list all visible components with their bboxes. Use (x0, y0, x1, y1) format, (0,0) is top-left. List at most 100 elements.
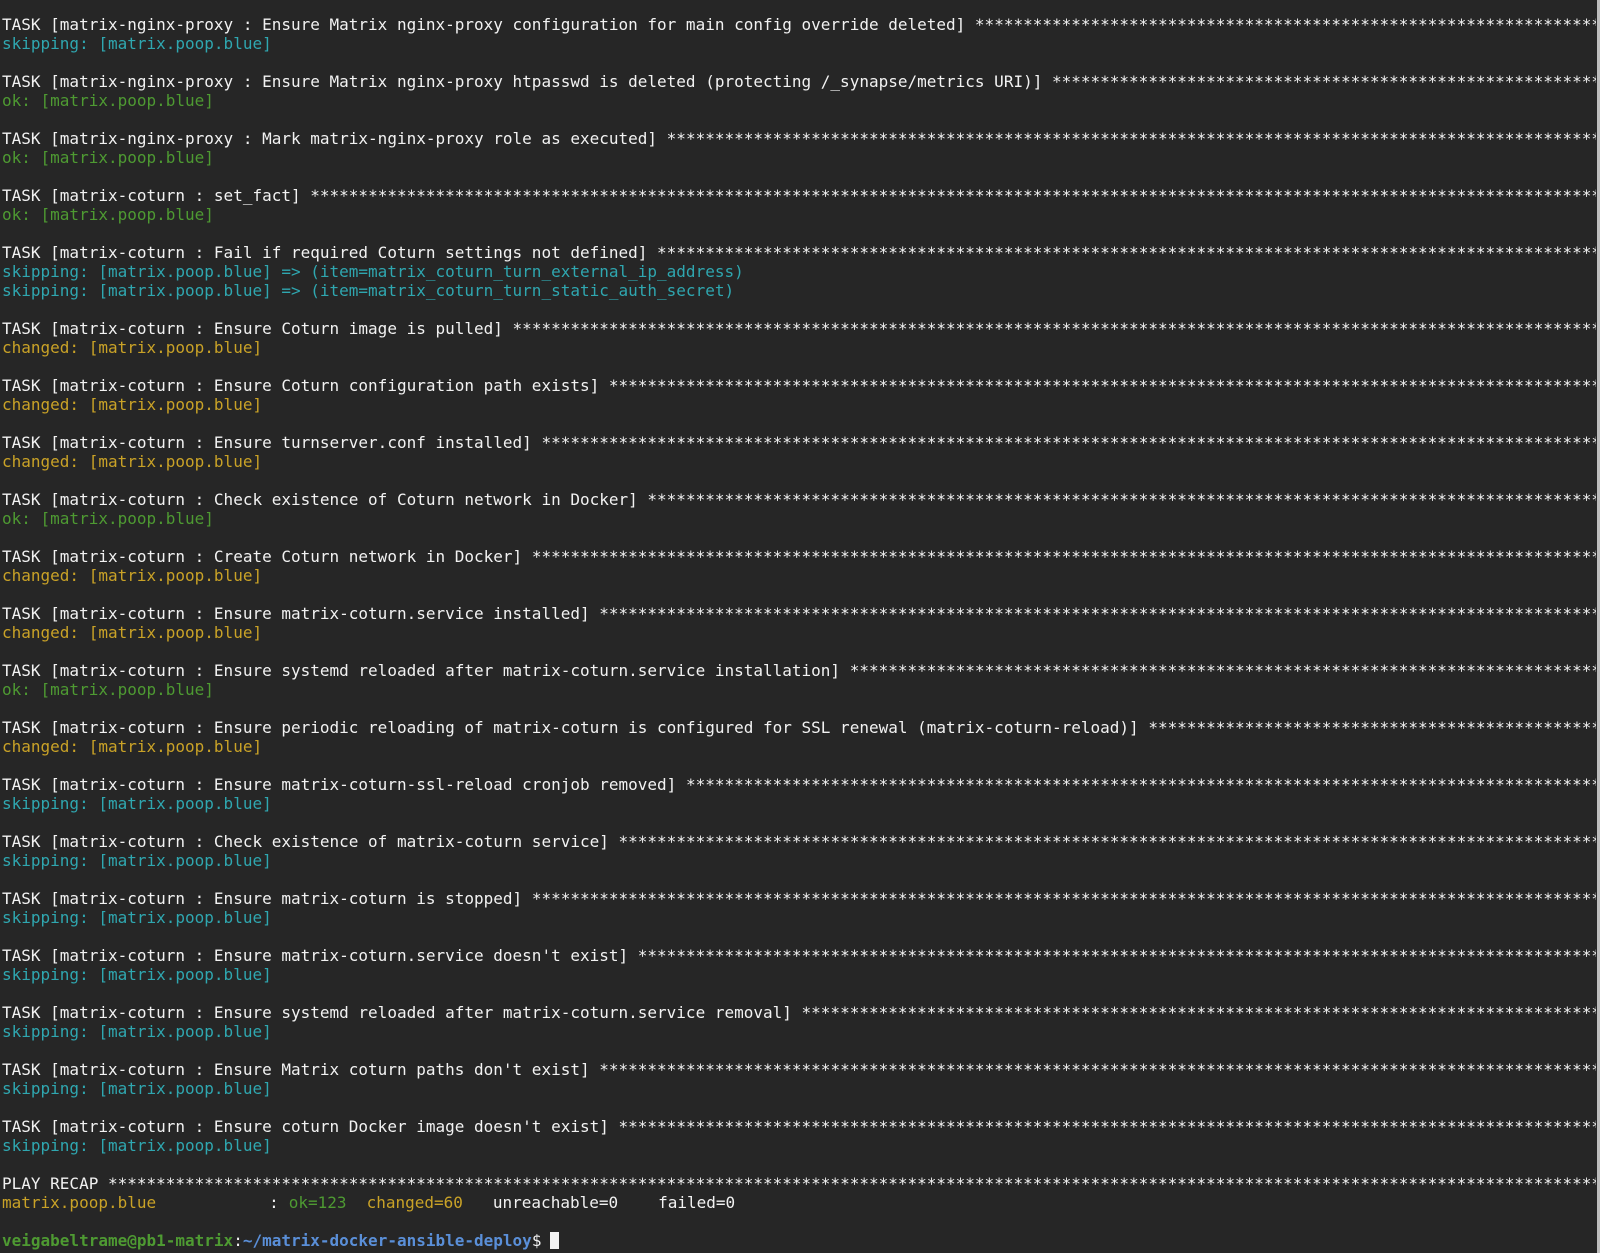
task-title: TASK [matrix-coturn : Check existence of… (2, 490, 638, 509)
task-result-ok: ok: [matrix.poop.blue] (2, 148, 214, 167)
task-stars: ****************************************… (657, 243, 1596, 262)
task-stars: ****************************************… (974, 15, 1596, 34)
task-list: TASK [matrix-nginx-proxy : Ensure Matrix… (2, 15, 1596, 1174)
task-header: TASK [matrix-coturn : Ensure systemd rel… (2, 661, 1596, 680)
task-header: TASK [matrix-nginx-proxy : Ensure Matrix… (2, 15, 1596, 34)
task-stars: ****************************************… (801, 1003, 1596, 1022)
task-block: TASK [matrix-coturn : Ensure matrix-cotu… (2, 604, 1596, 661)
task-stars: ****************************************… (512, 319, 1596, 338)
task-stars: ****************************************… (608, 376, 1596, 395)
task-header: TASK [matrix-coturn : Ensure Matrix cotu… (2, 1060, 1596, 1079)
task-block: TASK [matrix-coturn : set_fact] ********… (2, 186, 1596, 243)
recap-host: matrix.poop.blue (2, 1193, 157, 1212)
recap-title: PLAY RECAP (2, 1174, 99, 1193)
task-header: TASK [matrix-coturn : Ensure matrix-cotu… (2, 775, 1596, 794)
task-stars: ****************************************… (531, 547, 1596, 566)
task-title: TASK [matrix-nginx-proxy : Mark matrix-n… (2, 129, 658, 148)
task-block: TASK [matrix-coturn : Check existence of… (2, 832, 1596, 889)
task-header: TASK [matrix-coturn : Create Coturn netw… (2, 547, 1596, 566)
task-header: TASK [matrix-coturn : set_fact] ********… (2, 186, 1596, 205)
task-title: TASK [matrix-coturn : Ensure turnserver.… (2, 433, 532, 452)
task-header: TASK [matrix-coturn : Check existence of… (2, 490, 1596, 509)
task-block: TASK [matrix-coturn : Ensure systemd rel… (2, 1003, 1596, 1060)
task-block: TASK [matrix-coturn : Check existence of… (2, 490, 1596, 547)
task-title: TASK [matrix-coturn : Ensure systemd rel… (2, 1003, 792, 1022)
recap-failed: failed=0 (658, 1193, 736, 1212)
task-header: TASK [matrix-nginx-proxy : Ensure Matrix… (2, 72, 1596, 91)
task-title: TASK [matrix-coturn : Create Coturn netw… (2, 547, 523, 566)
task-block: TASK [matrix-coturn : Ensure periodic re… (2, 718, 1596, 775)
task-block: TASK [matrix-nginx-proxy : Ensure Matrix… (2, 15, 1596, 72)
recap-changed: changed=60 (366, 1193, 463, 1212)
task-stars: ****************************************… (599, 604, 1596, 623)
task-block: TASK [matrix-nginx-proxy : Mark matrix-n… (2, 129, 1596, 186)
task-stars: ****************************************… (618, 832, 1596, 851)
recap-header: PLAY RECAP *****************************… (2, 1174, 1596, 1193)
task-stars: ****************************************… (849, 661, 1596, 680)
task-header: TASK [matrix-coturn : Check existence of… (2, 832, 1596, 851)
task-result-skipping: skipping: [matrix.poop.blue] => (item=ma… (2, 281, 735, 300)
recap-unreachable: unreachable=0 (492, 1193, 619, 1212)
task-result-ok: ok: [matrix.poop.blue] (2, 509, 214, 528)
terminal-window[interactable]: TASK [matrix-nginx-proxy : Ensure Matrix… (0, 0, 1600, 1253)
task-title: TASK [matrix-nginx-proxy : Ensure Matrix… (2, 72, 1043, 91)
task-block: TASK [matrix-coturn : Ensure coturn Dock… (2, 1117, 1596, 1174)
task-stars: ****************************************… (618, 1117, 1596, 1136)
prompt-colon: : (233, 1231, 243, 1250)
task-block: TASK [matrix-nginx-proxy : Ensure Matrix… (2, 72, 1596, 129)
task-result-changed: changed: [matrix.poop.blue] (2, 338, 263, 357)
task-block: TASK [matrix-coturn : Ensure matrix-cotu… (2, 889, 1596, 946)
task-result-skipping: skipping: [matrix.poop.blue] (2, 794, 272, 813)
task-title: TASK [matrix-coturn : Check existence of… (2, 832, 609, 851)
task-block: TASK [matrix-coturn : Ensure systemd rel… (2, 661, 1596, 718)
task-block: TASK [matrix-coturn : Ensure Matrix cotu… (2, 1060, 1596, 1117)
task-stars: ****************************************… (666, 129, 1596, 148)
task-header: TASK [matrix-coturn : Ensure coturn Dock… (2, 1117, 1596, 1136)
task-title: TASK [matrix-coturn : Ensure systemd rel… (2, 661, 841, 680)
task-block: TASK [matrix-coturn : Create Coturn netw… (2, 547, 1596, 604)
task-stars: ****************************************… (541, 433, 1596, 452)
task-block: TASK [matrix-coturn : Ensure Coturn imag… (2, 319, 1596, 376)
task-stars: ****************************************… (1051, 72, 1596, 91)
prompt-symbol: $ (531, 1231, 542, 1250)
task-title: TASK [matrix-coturn : Ensure Coturn conf… (2, 376, 600, 395)
prompt-user-host: veigabeltrame@pb1-matrix (2, 1231, 234, 1250)
task-title: TASK [matrix-coturn : Ensure coturn Dock… (2, 1117, 609, 1136)
recap-separator: : (269, 1193, 279, 1212)
task-result-changed: changed: [matrix.poop.blue] (2, 623, 263, 642)
task-header: TASK [matrix-coturn : Fail if required C… (2, 243, 1596, 262)
task-result-ok: ok: [matrix.poop.blue] (2, 205, 214, 224)
task-header: TASK [matrix-coturn : Ensure systemd rel… (2, 1003, 1596, 1022)
task-result-ok: ok: [matrix.poop.blue] (2, 680, 214, 699)
task-stars: ****************************************… (647, 490, 1596, 509)
task-result-skipping: skipping: [matrix.poop.blue] (2, 1079, 272, 1098)
task-header: TASK [matrix-coturn : Ensure matrix-cotu… (2, 604, 1596, 623)
task-block: TASK [matrix-coturn : Ensure matrix-cotu… (2, 946, 1596, 1003)
task-block: TASK [matrix-coturn : Ensure matrix-cotu… (2, 775, 1596, 832)
shell-prompt[interactable]: veigabeltrame@pb1-matrix:~/matrix-docker… (2, 1231, 1596, 1250)
task-title: TASK [matrix-coturn : set_fact] (2, 186, 301, 205)
task-result-skipping: skipping: [matrix.poop.blue] (2, 851, 272, 870)
task-block: TASK [matrix-coturn : Fail if required C… (2, 243, 1596, 319)
task-result-skipping: skipping: [matrix.poop.blue] (2, 34, 272, 53)
text-cursor[interactable] (550, 1232, 560, 1249)
task-title: TASK [matrix-coturn : Ensure Coturn imag… (2, 319, 503, 338)
task-header: TASK [matrix-nginx-proxy : Mark matrix-n… (2, 129, 1596, 148)
recap-ok: ok=123 (288, 1193, 347, 1212)
task-result-changed: changed: [matrix.poop.blue] (2, 395, 263, 414)
task-header: TASK [matrix-coturn : Ensure matrix-cotu… (2, 946, 1596, 965)
task-stars: ****************************************… (599, 1060, 1596, 1079)
task-title: TASK [matrix-nginx-proxy : Ensure Matrix… (2, 15, 966, 34)
task-title: TASK [matrix-coturn : Ensure matrix-cotu… (2, 775, 677, 794)
task-result-skipping: skipping: [matrix.poop.blue] (2, 965, 272, 984)
task-block: TASK [matrix-coturn : Ensure turnserver.… (2, 433, 1596, 490)
task-stars: ****************************************… (1148, 718, 1596, 737)
task-stars: ****************************************… (310, 186, 1596, 205)
task-result-skipping: skipping: [matrix.poop.blue] (2, 1022, 272, 1041)
task-result-changed: changed: [matrix.poop.blue] (2, 737, 263, 756)
task-header: TASK [matrix-coturn : Ensure Coturn imag… (2, 319, 1596, 338)
task-result-changed: changed: [matrix.poop.blue] (2, 566, 263, 585)
task-result-skipping: skipping: [matrix.poop.blue] (2, 1136, 272, 1155)
task-header: TASK [matrix-coturn : Ensure periodic re… (2, 718, 1596, 737)
play-recap: PLAY RECAP *****************************… (2, 1174, 1596, 1231)
